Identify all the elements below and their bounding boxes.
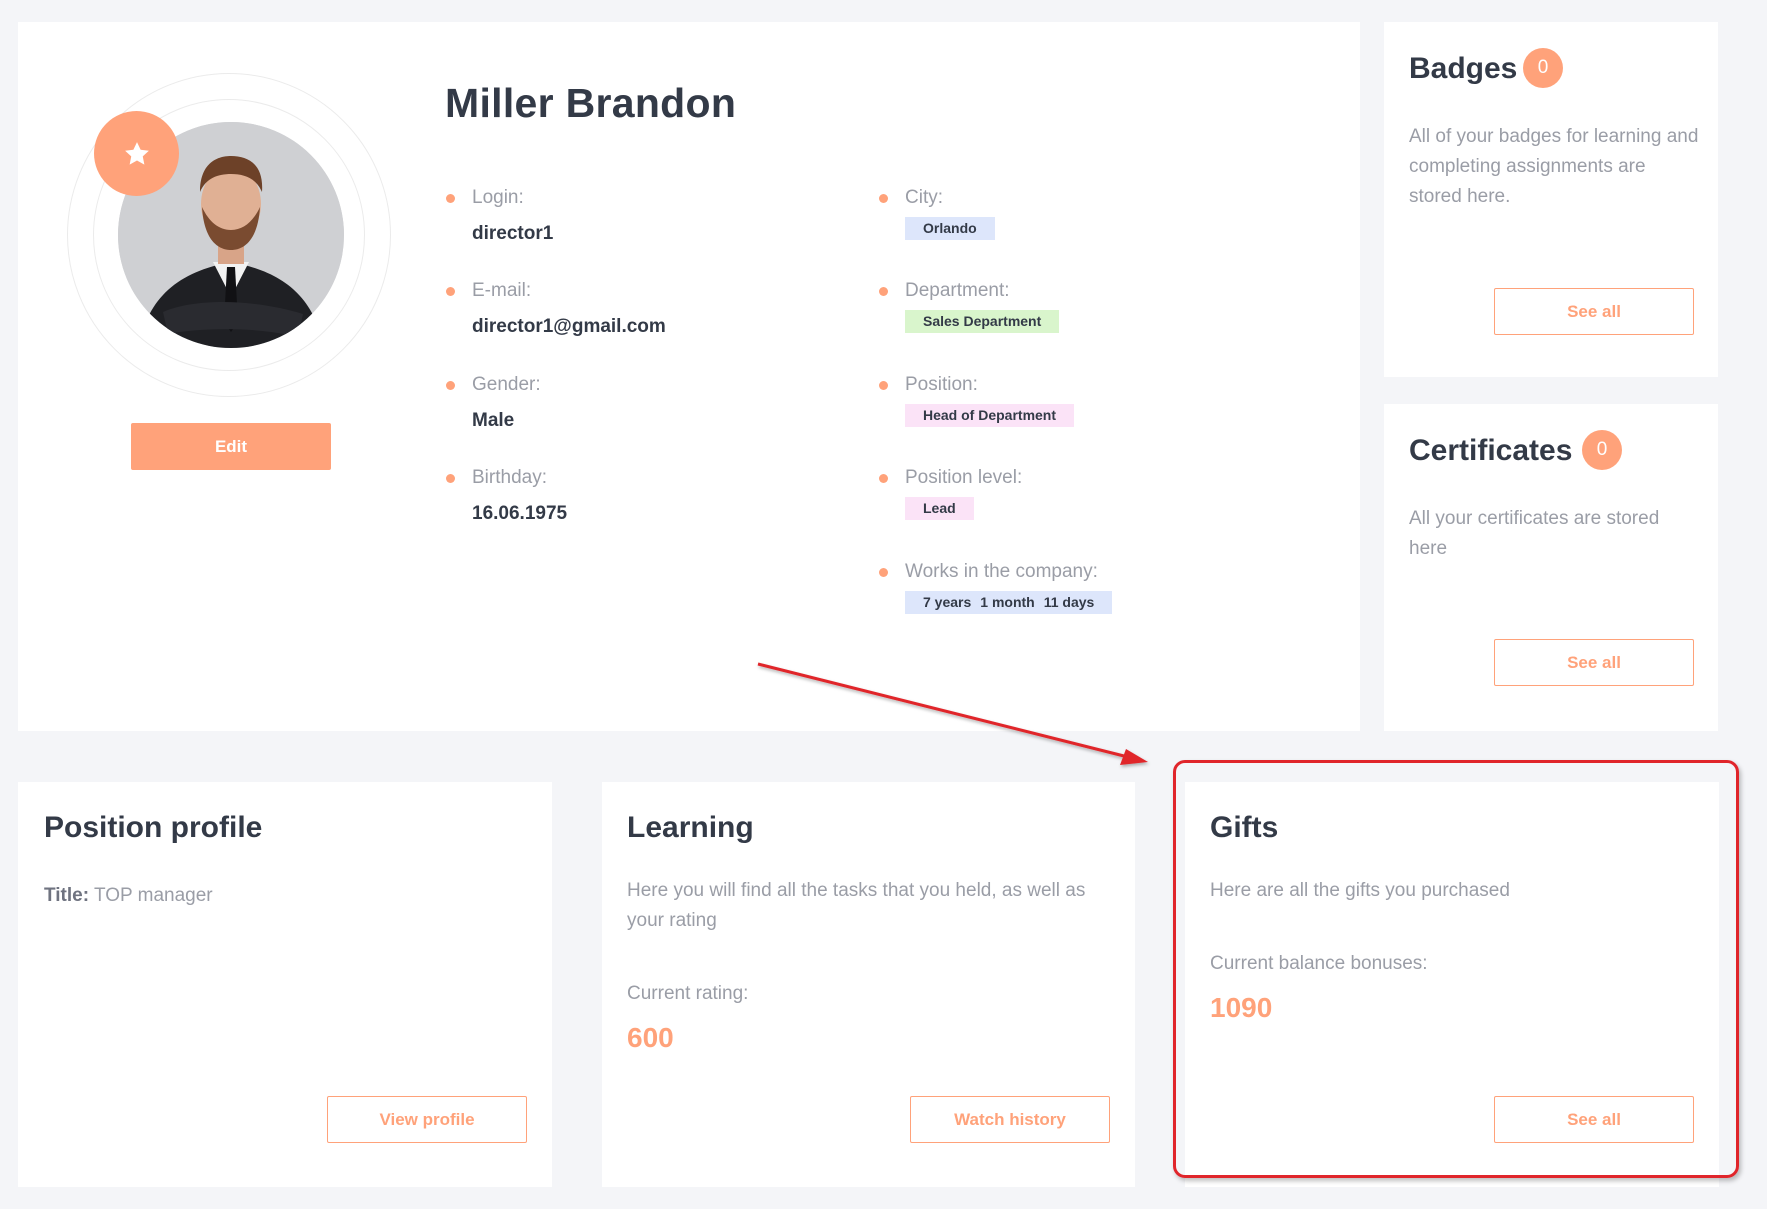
annotation-arrow xyxy=(757,662,1148,765)
